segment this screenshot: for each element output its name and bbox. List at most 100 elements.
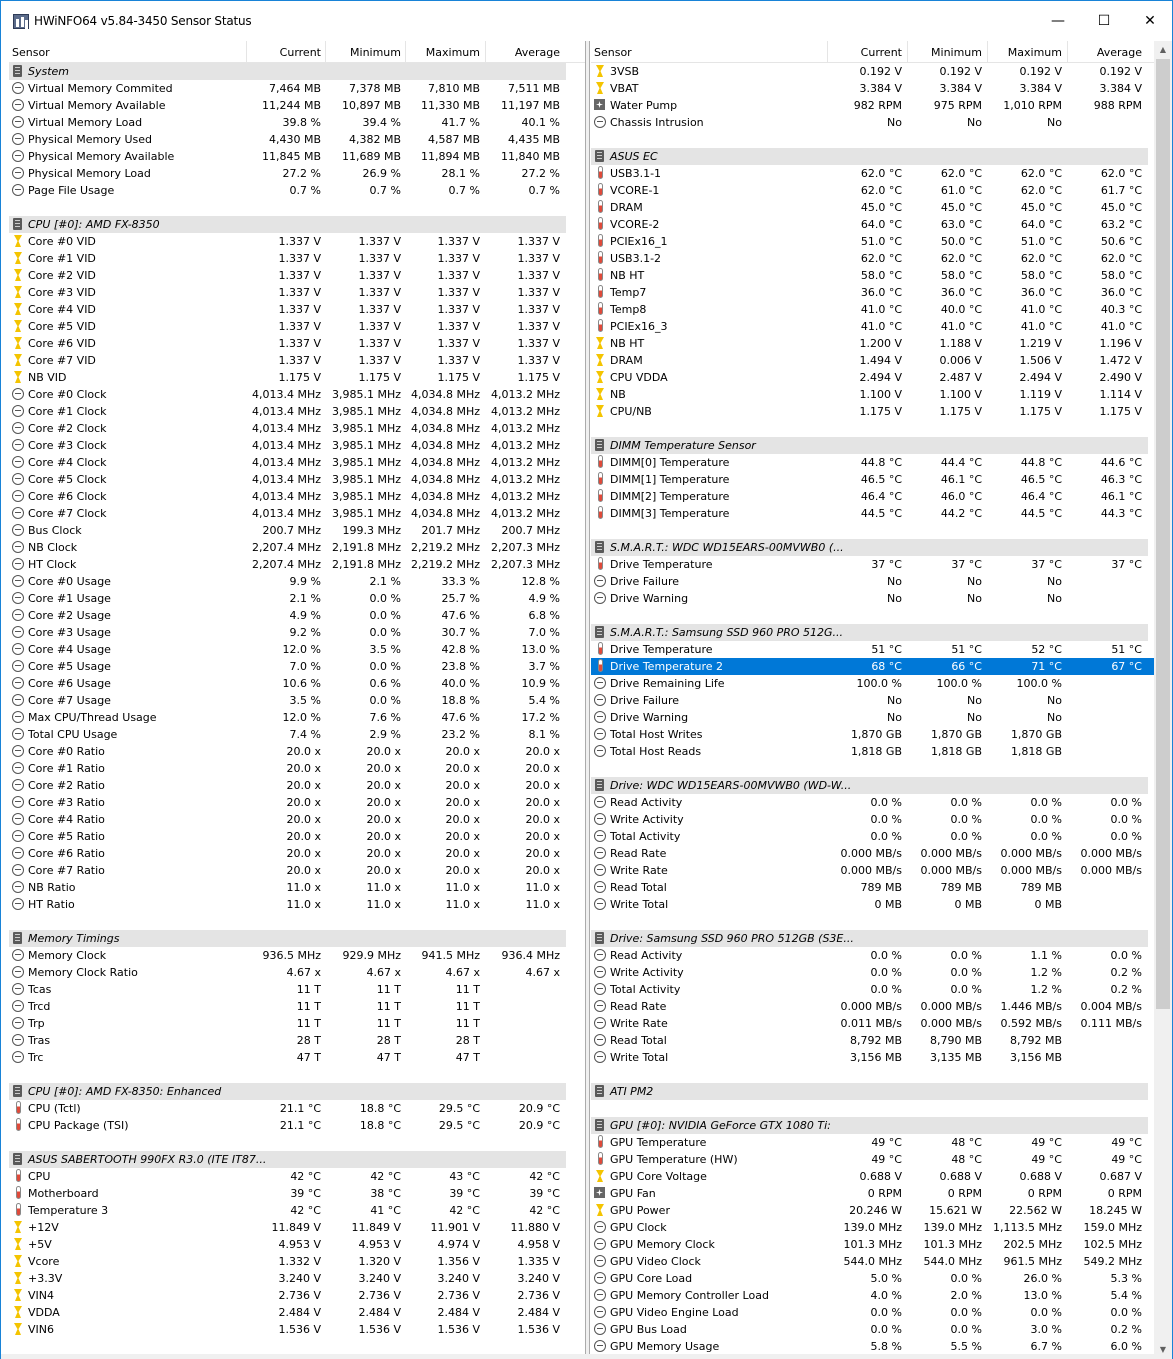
sensor-row[interactable]: Read Activity 0.0 % 0.0 % 0.0 % 0.0 % <box>591 794 1154 811</box>
sensor-row[interactable]: HT Clock 2,207.4 MHz 2,191.8 MHz 2,219.2 MH… <box>9 556 585 573</box>
sensor-row[interactable]: CPU (Tctl) 21.1 °C 18.8 °C 29.5 °C 20.9 °C <box>9 1100 585 1117</box>
close-button[interactable]: ✕ <box>1127 1 1173 41</box>
sensor-row[interactable]: DIMM[2] Temperature 46.4 °C 46.0 °C 46.4 °C… <box>591 488 1154 505</box>
sensor-row[interactable]: Drive Temperature 51 °C 51 °C 52 °C 51 °C <box>591 641 1154 658</box>
sensor-row[interactable]: 3VSB 0.192 V 0.192 V 0.192 V 0.192 V <box>591 63 1154 80</box>
sensor-row[interactable]: Drive Failure No No No <box>591 692 1154 709</box>
left-sensor-table[interactable]: Sensor Current Minimum Maximum Average Syste… <box>9 41 586 1358</box>
sensor-row[interactable]: Trcd 11 T 11 T 11 T <box>9 998 585 1015</box>
vertical-scrollbar[interactable]: ▲ ▼ <box>1154 41 1172 1358</box>
sensor-row[interactable]: Core #6 Usage 10.6 % 0.6 % 40.0 % 10.9 % <box>9 675 585 692</box>
sensor-row[interactable]: Write Total 0 MB 0 MB 0 MB <box>591 896 1154 913</box>
sensor-row[interactable]: DIMM[0] Temperature 44.8 °C 44.4 °C 44.8 °C… <box>591 454 1154 471</box>
sensor-row[interactable]: Tcas 11 T 11 T 11 T <box>9 981 585 998</box>
sensor-group-row[interactable]: Memory Timings <box>9 930 566 947</box>
sensor-row[interactable]: Core #1 Ratio 20.0 x 20.0 x 20.0 x 20.0 x <box>9 760 585 777</box>
sensor-row[interactable]: Memory Clock 936.5 MHz 929.9 MHz 941.5 MHz 9… <box>9 947 585 964</box>
column-header-average[interactable]: Average <box>1097 45 1142 61</box>
sensor-row[interactable]: Drive Remaining Life 100.0 % 100.0 % 100.0 … <box>591 675 1154 692</box>
sensor-row[interactable]: Temp8 41.0 °C 40.0 °C 41.0 °C 40.3 °C <box>591 301 1154 318</box>
sensor-row[interactable]: Read Rate 0.000 MB/s 0.000 MB/s 1.446 MB/s 0… <box>591 998 1154 1015</box>
sensor-row[interactable]: Temperature 3 42 °C 41 °C 42 °C 42 °C <box>9 1202 585 1219</box>
sensor-row[interactable]: Read Activity 0.0 % 0.0 % 1.1 % 0.0 % <box>591 947 1154 964</box>
sensor-row[interactable]: Core #3 Clock 4,013.4 MHz 3,985.1 MHz 4,034… <box>9 437 585 454</box>
sensor-row[interactable]: HT Ratio 11.0 x 11.0 x 11.0 x 11.0 x <box>9 896 585 913</box>
column-separator[interactable] <box>907 41 908 63</box>
sensor-row[interactable]: USB3.1-1 62.0 °C 62.0 °C 62.0 °C 62.0 °C <box>591 165 1154 182</box>
sensor-row[interactable]: Core #0 Ratio 20.0 x 20.0 x 20.0 x 20.0 x <box>9 743 585 760</box>
sensor-row[interactable]: PCIEx16_3 41.0 °C 41.0 °C 41.0 °C 41.0 °C <box>591 318 1154 335</box>
sensor-row[interactable]: Core #0 Clock 4,013.4 MHz 3,985.1 MHz 4,034… <box>9 386 585 403</box>
column-separator[interactable] <box>827 41 828 63</box>
sensor-row[interactable]: GPU Temperature 49 °C 48 °C 49 °C 49 °C <box>591 1134 1154 1151</box>
scroll-up-arrow-icon[interactable]: ▲ <box>1154 41 1172 58</box>
sensor-row[interactable]: GPU Memory Clock 101.3 MHz 101.3 MHz 202.5 … <box>591 1236 1154 1253</box>
column-header-current[interactable]: Current <box>280 45 321 61</box>
sensor-row[interactable]: Drive Failure No No No <box>591 573 1154 590</box>
sensor-row[interactable]: Total CPU Usage 7.4 % 2.9 % 23.2 % 8.1 % <box>9 726 585 743</box>
panel-splitter[interactable] <box>586 41 590 1358</box>
column-header-average[interactable]: Average <box>515 45 560 61</box>
sensor-row[interactable]: Drive Temperature 2 68 °C 66 °C 71 °C 67 °C <box>591 658 1154 675</box>
sensor-row[interactable]: GPU Power 20.246 W 15.621 W 22.562 W 18.245 … <box>591 1202 1154 1219</box>
sensor-row[interactable]: CPU 42 °C 42 °C 43 °C 42 °C <box>9 1168 585 1185</box>
sensor-row[interactable]: Core #1 Usage 2.1 % 0.0 % 25.7 % 4.9 % <box>9 590 585 607</box>
sensor-row[interactable]: Core #6 Clock 4,013.4 MHz 3,985.1 MHz 4,034… <box>9 488 585 505</box>
sensor-row[interactable]: DRAM 45.0 °C 45.0 °C 45.0 °C 45.0 °C <box>591 199 1154 216</box>
sensor-row[interactable]: USB3.1-2 62.0 °C 62.0 °C 62.0 °C 62.0 °C <box>591 250 1154 267</box>
sensor-row[interactable]: VBAT 3.384 V 3.384 V 3.384 V 3.384 V <box>591 80 1154 97</box>
sensor-row[interactable]: Core #1 VID 1.337 V 1.337 V 1.337 V 1.337 V <box>9 250 585 267</box>
sensor-row[interactable]: Read Rate 0.000 MB/s 0.000 MB/s 0.000 MB/s 0… <box>591 845 1154 862</box>
sensor-row[interactable]: Physical Memory Load 27.2 % 26.9 % 28.1 % 27… <box>9 165 585 182</box>
sensor-row[interactable]: GPU Temperature (HW) 49 °C 48 °C 49 °C 49 °C <box>591 1151 1154 1168</box>
sensor-group-row[interactable]: CPU [#0]: AMD FX-8350 <box>9 216 566 233</box>
sensor-group-row[interactable]: CPU [#0]: AMD FX-8350: Enhanced <box>9 1083 566 1100</box>
sensor-row[interactable]: NB 1.100 V 1.100 V 1.119 V 1.114 V <box>591 386 1154 403</box>
sensor-row[interactable]: Total Host Reads 1,818 GB 1,818 GB 1,818 GB <box>591 743 1154 760</box>
maximize-button[interactable]: ☐ <box>1081 1 1127 41</box>
sensor-row[interactable]: Core #3 Ratio 20.0 x 20.0 x 20.0 x 20.0 x <box>9 794 585 811</box>
sensor-row[interactable]: Core #2 Usage 4.9 % 0.0 % 47.6 % 6.8 % <box>9 607 585 624</box>
sensor-row[interactable]: Drive Warning No No No <box>591 590 1154 607</box>
sensor-row[interactable]: CPU VDDA 2.494 V 2.487 V 2.494 V 2.490 V <box>591 369 1154 386</box>
sensor-row[interactable]: GPU Video Clock 544.0 MHz 544.0 MHz 961.5 M… <box>591 1253 1154 1270</box>
sensor-row[interactable]: CPU Package (TSI) 21.1 °C 18.8 °C 29.5 °C 20… <box>9 1117 585 1134</box>
sensor-row[interactable]: GPU Memory Controller Load 4.0 % 2.0 % 13.0… <box>591 1287 1154 1304</box>
sensor-row[interactable]: Write Activity 0.0 % 0.0 % 1.2 % 0.2 % <box>591 964 1154 981</box>
sensor-row[interactable]: Drive Temperature 37 °C 37 °C 37 °C 37 °C <box>591 556 1154 573</box>
sensor-row[interactable]: CPU/NB 1.175 V 1.175 V 1.175 V 1.175 V <box>591 403 1154 420</box>
sensor-row[interactable]: GPU Fan 0 RPM 0 RPM 0 RPM 0 RPM <box>591 1185 1154 1202</box>
sensor-row[interactable]: Core #4 Ratio 20.0 x 20.0 x 20.0 x 20.0 x <box>9 811 585 828</box>
sensor-row[interactable]: Core #5 Ratio 20.0 x 20.0 x 20.0 x 20.0 x <box>9 828 585 845</box>
sensor-row[interactable]: Write Rate 0.011 MB/s 0.000 MB/s 0.592 MB/s… <box>591 1015 1154 1032</box>
sensor-row[interactable]: Core #2 Clock 4,013.4 MHz 3,985.1 MHz 4,034… <box>9 420 585 437</box>
sensor-row[interactable]: Total Host Writes 1,870 GB 1,870 GB 1,870 G… <box>591 726 1154 743</box>
sensor-row[interactable]: Virtual Memory Commited 7,464 MB 7,378 MB 7… <box>9 80 585 97</box>
sensor-row[interactable]: Page File Usage 0.7 % 0.7 % 0.7 % 0.7 % <box>9 182 585 199</box>
column-separator[interactable] <box>325 41 326 63</box>
column-separator[interactable] <box>405 41 406 63</box>
sensor-row[interactable]: GPU Clock 139.0 MHz 139.0 MHz 1,113.5 MHz 15… <box>591 1219 1154 1236</box>
minimize-button[interactable]: — <box>1035 1 1081 41</box>
sensor-row[interactable]: VIN6 1.536 V 1.536 V 1.536 V 1.536 V <box>9 1321 585 1338</box>
sensor-row[interactable]: Trc 47 T 47 T 47 T <box>9 1049 585 1066</box>
sensor-group-row[interactable]: S.M.A.R.T.: Samsung SSD 960 PRO 512G... <box>591 624 1148 641</box>
sensor-row[interactable]: Core #4 Clock 4,013.4 MHz 3,985.1 MHz 4,034… <box>9 454 585 471</box>
sensor-row[interactable]: Temp7 36.0 °C 36.0 °C 36.0 °C 36.0 °C <box>591 284 1154 301</box>
sensor-row[interactable]: VIN4 2.736 V 2.736 V 2.736 V 2.736 V <box>9 1287 585 1304</box>
sensor-row[interactable]: Core #2 Ratio 20.0 x 20.0 x 20.0 x 20.0 x <box>9 777 585 794</box>
sensor-row[interactable]: Bus Clock 200.7 MHz 199.3 MHz 201.7 MHz 200.… <box>9 522 585 539</box>
sensor-row[interactable]: VCORE-1 62.0 °C 61.0 °C 62.0 °C 61.7 °C <box>591 182 1154 199</box>
sensor-row[interactable]: Write Activity 0.0 % 0.0 % 0.0 % 0.0 % <box>591 811 1154 828</box>
sensor-row[interactable]: Physical Memory Available 11,845 MB 11,689… <box>9 148 585 165</box>
sensor-row[interactable]: Core #7 Usage 3.5 % 0.0 % 18.8 % 5.4 % <box>9 692 585 709</box>
sensor-row[interactable]: VCORE-2 64.0 °C 63.0 °C 64.0 °C 63.2 °C <box>591 216 1154 233</box>
sensor-row[interactable]: GPU Bus Load 0.0 % 0.0 % 3.0 % 0.2 % <box>591 1321 1154 1338</box>
column-header-maximum[interactable]: Maximum <box>1008 45 1062 61</box>
sensor-row[interactable]: +5V 4.953 V 4.953 V 4.974 V 4.958 V <box>9 1236 585 1253</box>
sensor-group-row[interactable]: ASUS SABERTOOTH 990FX R3.0 (ITE IT87... <box>9 1151 566 1168</box>
sensor-row[interactable]: Core #2 VID 1.337 V 1.337 V 1.337 V 1.337 V <box>9 267 585 284</box>
sensor-row[interactable]: Core #1 Clock 4,013.4 MHz 3,985.1 MHz 4,034… <box>9 403 585 420</box>
sensor-row[interactable]: VDDA 2.484 V 2.484 V 2.484 V 2.484 V <box>9 1304 585 1321</box>
sensor-row[interactable]: Core #4 VID 1.337 V 1.337 V 1.337 V 1.337 V <box>9 301 585 318</box>
